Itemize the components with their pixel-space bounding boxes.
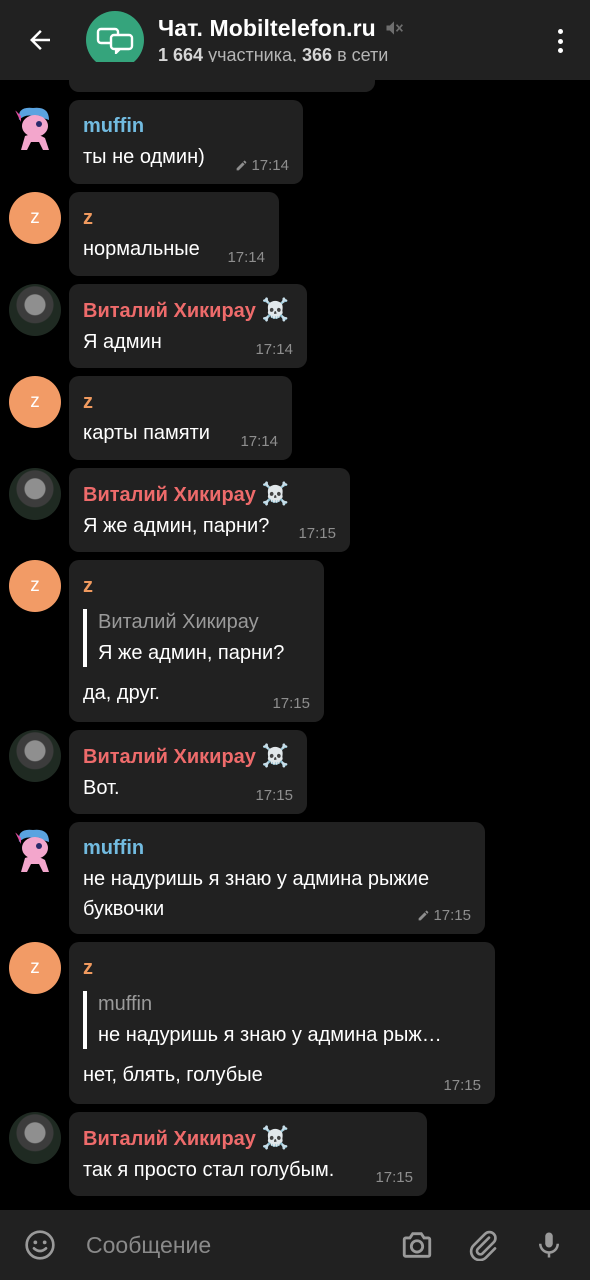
edited-pencil-icon	[237, 160, 247, 171]
message-text-line: буквочки	[83, 898, 165, 920]
message-bubble[interactable]: z карты памяти 17:14	[69, 376, 292, 460]
skull-badge-icon: ☠️	[261, 1125, 290, 1150]
muted-icon	[386, 21, 403, 35]
menu-dot	[557, 48, 563, 53]
chat-title-block[interactable]: Чат. Mobiltelefon.ru 1 664 участника, 36…	[158, 15, 404, 66]
message-bubble[interactable]: Виталий Хикирау ☠️ так я просто стал голу…	[69, 1112, 427, 1196]
avatar-letter: z	[30, 391, 40, 412]
smiley-icon	[25, 1230, 55, 1260]
avatar[interactable]	[9, 824, 61, 876]
avatar[interactable]: z	[9, 192, 61, 244]
avatar[interactable]	[9, 1112, 61, 1164]
message-time: 17:14	[255, 341, 293, 358]
message-time: 17:15	[375, 1169, 413, 1186]
menu-dot	[557, 29, 563, 34]
quote-sender: muffin	[98, 993, 153, 1015]
message-bubble[interactable]: muffin ты не одмин) 17:14	[69, 100, 303, 184]
message-bubble[interactable]: muffin не надуришь я знаю у админа рыжие…	[69, 822, 485, 934]
sender-name[interactable]: muffin	[83, 113, 289, 139]
avatar[interactable]	[9, 284, 61, 336]
avatar[interactable]: z	[9, 376, 61, 428]
message-input-bar	[0, 1210, 590, 1280]
quote-text: не надуришь я знаю у админа рыж…	[98, 1024, 442, 1046]
avatar[interactable]: z	[9, 942, 61, 994]
quote-sender: Виталий Хикирау	[98, 611, 259, 633]
message-text-line: не надуришь я знаю у админа рыжие	[83, 868, 430, 890]
sender-name[interactable]: Виталий Хикирау ☠️	[83, 743, 293, 770]
skull-badge-icon: ☠️	[261, 481, 290, 506]
avatar-letter: z	[30, 207, 40, 228]
sender-name[interactable]: z	[83, 573, 310, 599]
message-bubble[interactable]: Виталий Хикирау ☠️ Вот. 17:15	[69, 730, 307, 814]
message-bubble[interactable]: z Виталий Хикирау Я же админ, парни? да,…	[69, 560, 324, 722]
message-bubble[interactable]: z нормальные 17:14	[69, 192, 279, 276]
chat-title: Чат. Mobiltelefon.ru	[158, 14, 376, 41]
time-text: 17:14	[251, 157, 289, 174]
reply-quote[interactable]: muffin не надуришь я знаю у админа рыж…	[83, 991, 481, 1049]
reply-quote[interactable]: Виталий Хикирау Я же админ, парни?	[83, 609, 310, 667]
paperclip-icon	[469, 1230, 497, 1261]
skull-badge-icon: ☠️	[261, 297, 290, 322]
attach-button[interactable]	[450, 1210, 516, 1280]
skull-badge-icon: ☠️	[261, 743, 290, 768]
avatar[interactable]	[9, 730, 61, 782]
time-text: 17:15	[433, 907, 471, 924]
sender-name[interactable]: muffin	[83, 835, 471, 861]
sender-name[interactable]: z	[83, 389, 278, 415]
sender-name[interactable]: Виталий Хикирау ☠️	[83, 297, 293, 324]
sender-name[interactable]: z	[83, 955, 481, 981]
menu-dot	[557, 38, 563, 44]
pony-icon	[15, 829, 49, 872]
pony-icon	[15, 107, 49, 150]
message-time: 17:14	[240, 433, 278, 450]
message-time: 17:15	[298, 525, 336, 542]
chat-bubbles-icon	[96, 27, 134, 54]
message-time: 17:14	[227, 249, 265, 266]
avatar-letter: z	[30, 575, 40, 596]
message-bubble[interactable]: Виталий Хикирау ☠️ Я же админ, парни? 17:…	[69, 468, 350, 552]
message-time: 17:15	[443, 1077, 481, 1094]
avatar[interactable]: z	[9, 560, 61, 612]
message-text: нет, блять, голубые	[83, 1064, 263, 1086]
message-time: 17:15	[255, 787, 293, 804]
message-input[interactable]	[80, 1231, 384, 1259]
sender-name-text: Виталий Хикирау	[83, 484, 256, 506]
edited-pencil-icon	[419, 910, 429, 921]
microphone-icon	[539, 1232, 559, 1258]
message-bubble[interactable]: z muffin не надуришь я знаю у админа рыж…	[69, 942, 495, 1104]
voice-record-button[interactable]	[516, 1210, 582, 1280]
previous-message-bubble[interactable]	[69, 62, 375, 92]
more-options-button[interactable]	[548, 26, 572, 56]
avatar-letter: z	[30, 957, 40, 978]
sender-name[interactable]: Виталий Хикирау ☠️	[83, 1125, 413, 1152]
back-button[interactable]	[0, 0, 80, 80]
sender-name-text: Виталий Хикирау	[83, 746, 256, 768]
emoji-button[interactable]	[0, 1210, 80, 1280]
message-time: 17:15	[417, 907, 471, 924]
sender-name-text: Виталий Хикирау	[83, 1128, 256, 1150]
chat-avatar[interactable]	[86, 11, 144, 69]
arrow-left-icon	[30, 30, 50, 50]
camera-button[interactable]	[384, 1210, 450, 1280]
quote-text: Я же админ, парни?	[98, 642, 285, 664]
message-bubble[interactable]: Виталий Хикирау ☠️ Я админ 17:14	[69, 284, 307, 368]
message-time: 17:14	[235, 157, 289, 174]
sender-name[interactable]: z	[83, 205, 265, 231]
camera-icon	[402, 1232, 432, 1258]
sender-name-text: Виталий Хикирау	[83, 300, 256, 322]
sender-name[interactable]: Виталий Хикирау ☠️	[83, 481, 336, 508]
avatar[interactable]	[9, 102, 61, 154]
message-time: 17:15	[272, 695, 310, 712]
message-text: так я просто стал голубым.	[83, 1159, 335, 1181]
avatar[interactable]	[9, 468, 61, 520]
